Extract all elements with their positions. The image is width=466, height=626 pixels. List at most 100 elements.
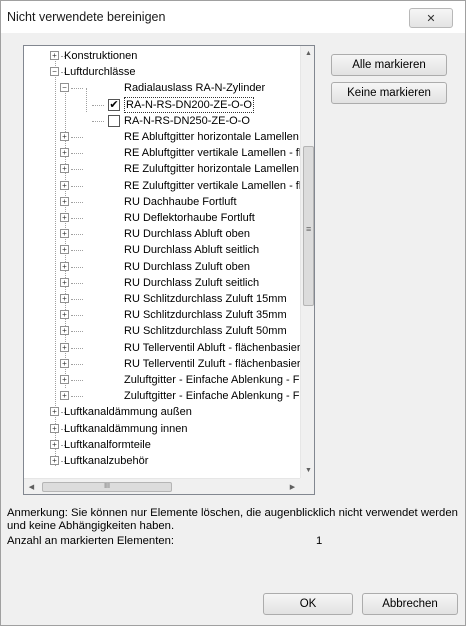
tree-row[interactable]: − Radialauslass RA-N-Zylinder xyxy=(24,80,300,96)
checked-checkbox[interactable]: ✔ xyxy=(108,98,120,111)
element-tree[interactable]: + Konstruktionen − Luftdurchlässe − Radialaus… xyxy=(23,45,315,495)
scroll-grip-icon: ≡ xyxy=(306,224,312,234)
tree-item-label: RE Zuluftgitter vertikale Lamellen - flä… xyxy=(124,179,300,192)
tree-connector xyxy=(71,250,83,252)
dialog-title: Nicht verwendete bereinigen xyxy=(7,10,166,24)
tree-item-label: RU Schlitzdurchlass Zuluft 50mm xyxy=(124,325,287,338)
title-bar: Nicht verwendete bereinigen ✕ xyxy=(1,1,465,33)
horizontal-scroll-thumb[interactable]: III xyxy=(42,482,172,492)
tree-item-label: RU Durchlass Zuluft seitlich xyxy=(124,276,260,289)
tree-item-label: RA-N-RS-DN200-ZE-O-O xyxy=(124,96,254,113)
tree-row[interactable]: RA-N-RS-DN250-ZE-O-O xyxy=(24,113,300,129)
expand-icon[interactable]: + xyxy=(60,261,69,271)
expand-icon[interactable]: + xyxy=(60,148,69,158)
tree-connector xyxy=(71,299,83,300)
expand-icon[interactable]: + xyxy=(60,342,69,352)
tree-row[interactable]: + RE Zuluftgitter vertikale Lamellen - fl… xyxy=(24,178,300,194)
expand-icon[interactable]: + xyxy=(50,456,59,465)
horizontal-scrollbar[interactable]: ◀ III ▶ xyxy=(24,478,300,494)
tree-row[interactable]: + RU Tellerventil Abluft - flächenbasier.… xyxy=(24,340,300,356)
tree-connector xyxy=(71,363,83,365)
scroll-right-arrow-icon[interactable]: ▶ xyxy=(285,479,300,494)
tree-row[interactable]: + Luftkanaldämmung außen xyxy=(24,404,300,420)
tree-item-label: RU Schlitzdurchlass Zuluft 15mm xyxy=(124,293,287,305)
expand-icon[interactable]: + xyxy=(60,277,69,287)
tree-row[interactable]: + RU Durchlass Zuluft seitlich xyxy=(24,275,300,291)
tree-row[interactable]: + Konstruktionen xyxy=(24,48,300,64)
tree-connector xyxy=(71,137,83,138)
scroll-left-arrow-icon[interactable]: ◀ xyxy=(24,479,39,494)
tree-item-label: RU Durchlass Abluft oben xyxy=(124,228,250,241)
tree-connector xyxy=(71,331,83,333)
vertical-scroll-thumb[interactable]: ≡ xyxy=(303,146,314,306)
scrollbar-corner xyxy=(300,478,314,494)
tree-item-label: RA-N-RS-DN250-ZE-O-O xyxy=(124,114,250,127)
expand-icon[interactable]: + xyxy=(60,294,69,303)
tree-row[interactable]: + Zuluftgitter - Einfache Ablenkung - Fro xyxy=(24,372,300,388)
expand-icon[interactable]: + xyxy=(60,196,69,206)
purge-unused-dialog: Nicht verwendete bereinigen ✕ + Konstrukt… xyxy=(0,0,466,626)
scroll-down-arrow-icon[interactable]: ▼ xyxy=(301,463,314,478)
expand-icon[interactable]: + xyxy=(50,51,59,60)
tree-row[interactable]: + RE Abluftgitter horizontale Lamellen - … xyxy=(24,129,300,145)
tree-item-label: RE Zuluftgitter horizontale Lamellen - f xyxy=(124,163,300,176)
tree-item-label: RU Durchlass Abluft seitlich xyxy=(124,244,260,257)
tree-item-label: RU Deflektorhaube Fortluft xyxy=(124,212,255,224)
tree-row[interactable]: + RE Zuluftgitter horizontale Lamellen - … xyxy=(24,161,300,177)
tree-row[interactable]: + Luftkanaldämmung innen xyxy=(24,421,300,437)
expand-icon[interactable]: + xyxy=(60,391,69,401)
mark-all-button[interactable]: Alle markieren xyxy=(331,54,447,76)
tree-row[interactable]: + RU Schlitzdurchlass Zuluft 35mm xyxy=(24,307,300,323)
vertical-scrollbar[interactable]: ▲ ≡ ▼ xyxy=(300,46,314,478)
tree-connector xyxy=(92,104,104,106)
tree-row[interactable]: ✔ RA-N-RS-DN200-ZE-O-O xyxy=(24,96,300,113)
expand-icon[interactable]: + xyxy=(60,229,69,239)
expand-icon[interactable]: + xyxy=(60,375,69,384)
expand-icon[interactable]: + xyxy=(60,245,69,255)
tree-item-label: Luftkanalzubehör xyxy=(64,455,149,467)
tree-item-label: Radialauslass RA-N-Zylinder xyxy=(124,82,266,95)
mark-none-button[interactable]: Keine markieren xyxy=(331,82,447,104)
tree-item-label: RU Schlitzdurchlass Zuluft 35mm xyxy=(124,309,287,322)
tree-item-label: RU Tellerventil Abluft - flächenbasier..… xyxy=(124,341,300,354)
expand-icon[interactable]: + xyxy=(50,423,59,433)
tree-row[interactable]: + RU Durchlass Abluft seitlich xyxy=(24,242,300,258)
tree-row[interactable]: + Luftkanalformteile xyxy=(24,437,300,453)
tree-item-label: RU Dachhaube Fortluft xyxy=(124,195,237,208)
tree-connector xyxy=(71,315,83,317)
ok-button[interactable]: OK xyxy=(263,593,353,615)
expand-icon[interactable]: + xyxy=(50,439,59,449)
expand-icon[interactable]: + xyxy=(50,407,59,417)
tree-row[interactable]: + RU Dachhaube Fortluft xyxy=(24,194,300,210)
expand-icon[interactable]: + xyxy=(60,132,69,141)
tree-row[interactable]: + RU Deflektorhaube Fortluft xyxy=(24,210,300,226)
tree-item-label: Luftdurchlässe xyxy=(64,66,136,79)
collapse-icon[interactable]: − xyxy=(50,67,59,77)
expand-icon[interactable]: + xyxy=(60,358,69,368)
close-button[interactable]: ✕ xyxy=(409,8,453,28)
expand-icon[interactable]: + xyxy=(60,326,69,336)
tree-row[interactable]: + RU Schlitzdurchlass Zuluft 50mm xyxy=(24,323,300,339)
scroll-up-arrow-icon[interactable]: ▲ xyxy=(301,46,314,61)
tree-item-label: RU Tellerventil Zuluft - flächenbasier..… xyxy=(124,357,300,370)
tree-connector xyxy=(71,201,83,203)
cancel-button[interactable]: Abbrechen xyxy=(362,593,458,615)
tree-connector xyxy=(71,185,83,187)
expand-icon[interactable]: + xyxy=(60,180,69,190)
tree-row[interactable]: + RE Abluftgitter vertikale Lamellen - fl… xyxy=(24,145,300,161)
expand-icon[interactable]: + xyxy=(60,213,69,222)
tree-item-label: Luftkanaldämmung außen xyxy=(64,406,192,419)
tree-row[interactable]: + Zuluftgitter - Einfache Ablenkung - Fro xyxy=(24,388,300,404)
expand-icon[interactable]: + xyxy=(60,310,69,320)
tree-row[interactable]: + RU Durchlass Abluft oben xyxy=(24,226,300,242)
expand-icon[interactable]: + xyxy=(60,164,69,174)
tree-connector xyxy=(71,218,83,219)
tree-row[interactable]: + RU Tellerventil Zuluft - flächenbasier.… xyxy=(24,356,300,372)
tree-row[interactable]: + Luftkanalzubehör xyxy=(24,453,300,469)
tree-item-label: RU Durchlass Zuluft oben xyxy=(124,260,250,273)
tree-row[interactable]: − Luftdurchlässe xyxy=(24,64,300,80)
collapse-icon[interactable]: − xyxy=(60,83,69,93)
unchecked-checkbox[interactable] xyxy=(108,114,120,127)
tree-row[interactable]: + RU Durchlass Zuluft oben xyxy=(24,259,300,275)
tree-row[interactable]: + RU Schlitzdurchlass Zuluft 15mm xyxy=(24,291,300,307)
